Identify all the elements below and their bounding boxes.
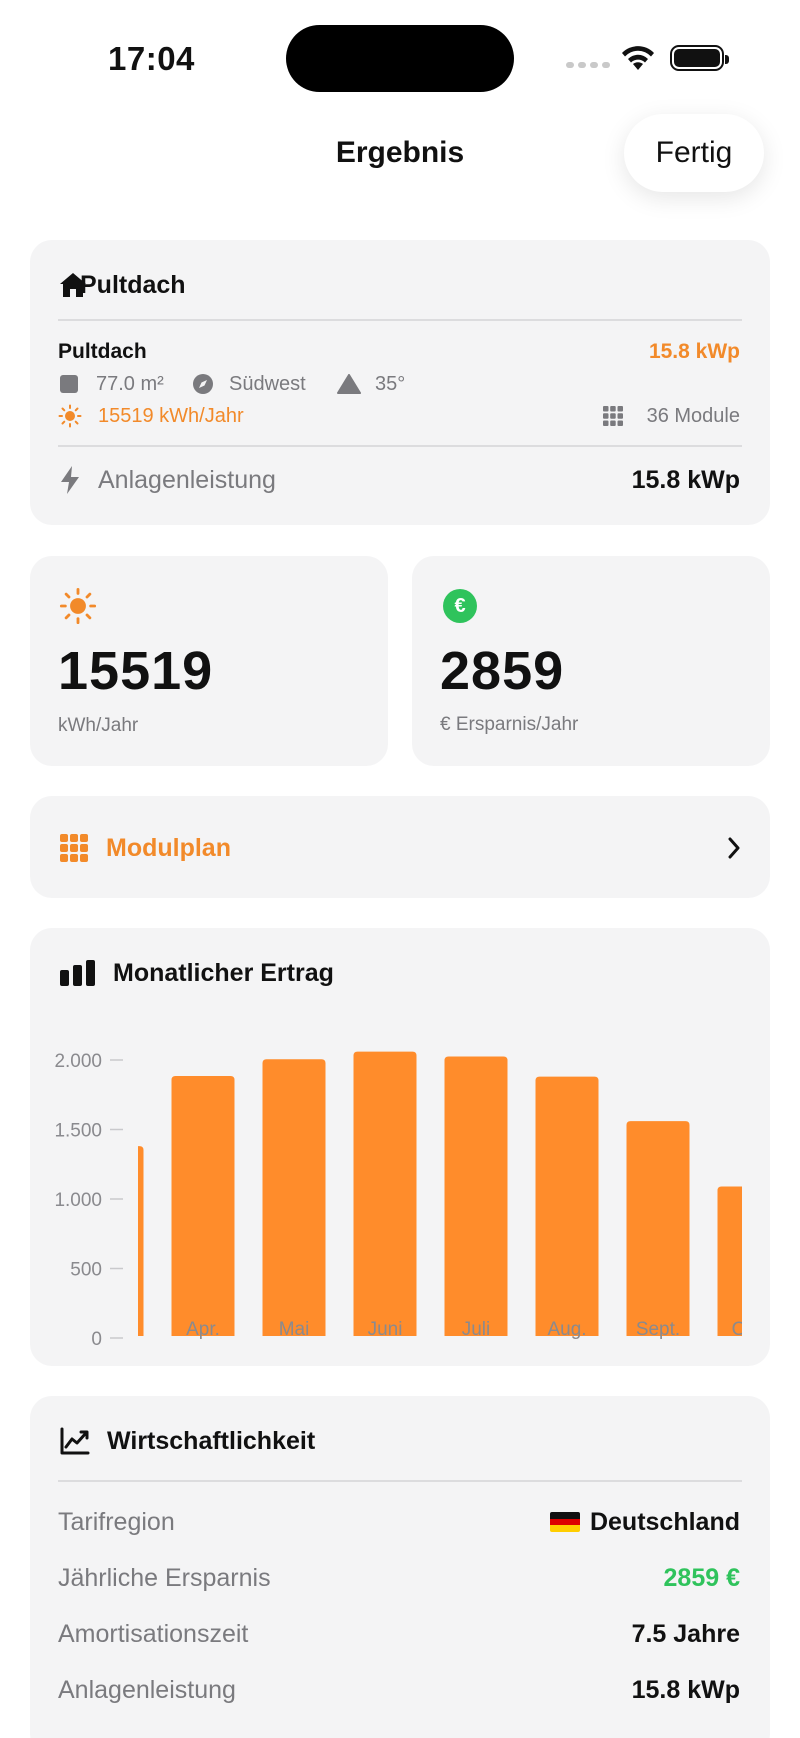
y-tick-label: 500 (70, 1260, 102, 1281)
payback-label: Amortisationszeit (58, 1620, 249, 1648)
status-time: 17:04 (108, 40, 195, 77)
sun-icon (58, 404, 82, 428)
roof-yield: 15519 kWh/Jahr (98, 405, 244, 427)
annual-savings-value: 2859 € (663, 1564, 740, 1592)
x-tick-label: Mai (279, 1319, 310, 1340)
x-tick-label: Apr. (186, 1319, 220, 1340)
divider (58, 319, 742, 321)
bar-Mai (262, 1059, 326, 1336)
roof-direction: Südwest (229, 373, 306, 395)
bar-Okt. (717, 1186, 742, 1336)
bolt-icon (61, 466, 79, 494)
bar-März (138, 1146, 144, 1336)
y-tick-label: 1.000 (54, 1190, 102, 1211)
bar-Apr. (171, 1075, 235, 1336)
bar-Juni (353, 1051, 417, 1336)
bar-Aug. (535, 1076, 599, 1336)
roof-card-title: Pultdach (80, 271, 186, 299)
y-tick-label: 2.000 (54, 1051, 102, 1072)
x-tick-label: Juli (462, 1319, 491, 1340)
system-power-label: Anlagenleistung (98, 466, 276, 494)
sun-icon (59, 587, 97, 625)
roof-area: 77.0 m² (96, 373, 164, 395)
energy-value: 15519 (58, 641, 214, 701)
monthly-yield-chart: 05001.0001.5002.000 März Apr. Mai Juni Juli A… (54, 1051, 767, 1350)
bar-Sept. (626, 1121, 690, 1336)
status-bar: 17:04 (0, 0, 800, 110)
compass-icon (193, 374, 213, 394)
tariff-region-value[interactable]: Deutschland (549, 1508, 740, 1537)
y-tick-label: 0 (91, 1329, 102, 1350)
chevron-right-icon (728, 837, 740, 859)
x-tick-label: Aug. (547, 1319, 586, 1340)
x-tick-label: Sept. (636, 1319, 680, 1340)
annual-savings-label: Jährliche Ersparnis (58, 1564, 271, 1592)
battery-icon (670, 45, 729, 71)
system-power-value: 15.8 kWp (631, 466, 740, 494)
dynamic-island (286, 25, 514, 92)
euro-icon: € (443, 589, 477, 623)
area-square-icon (60, 375, 78, 393)
roof-kwp: 15.8 kWp (648, 340, 740, 363)
savings-value: 2859 (440, 641, 565, 701)
wifi-icon (622, 46, 654, 70)
cellular-signal-icon (566, 62, 610, 68)
done-button[interactable]: Fertig (624, 114, 764, 192)
tilt-triangle-icon (337, 374, 361, 394)
module-grid-icon (603, 406, 623, 426)
trend-chart-icon (60, 1427, 90, 1455)
module-grid-icon (60, 834, 88, 862)
module-count: 36 Module (646, 405, 740, 427)
roof-name: Pultdach (58, 340, 147, 363)
roof-tilt: 35° (375, 373, 406, 395)
savings-unit: € Ersparnis/Jahr (440, 714, 579, 735)
x-tick-label: Okt. (732, 1319, 767, 1340)
tariff-region-label: Tarifregion (58, 1508, 175, 1536)
bar-Juli (444, 1056, 508, 1336)
economy-title: Wirtschaftlichkeit (107, 1427, 316, 1455)
divider (58, 445, 742, 447)
payback-value: 7.5 Jahre (631, 1620, 740, 1648)
x-tick-label: Juni (368, 1319, 403, 1340)
tariff-region-text: Deutschland (589, 1508, 740, 1536)
divider (58, 1480, 742, 1482)
germany-flag-icon (549, 1512, 580, 1532)
y-tick-label: 1.500 (54, 1121, 102, 1142)
module-plan-label: Modulplan (106, 834, 231, 862)
system-power-value: 15.8 kWp (631, 1676, 740, 1704)
energy-unit: kWh/Jahr (58, 715, 139, 736)
system-power-label: Anlagenleistung (58, 1676, 236, 1704)
